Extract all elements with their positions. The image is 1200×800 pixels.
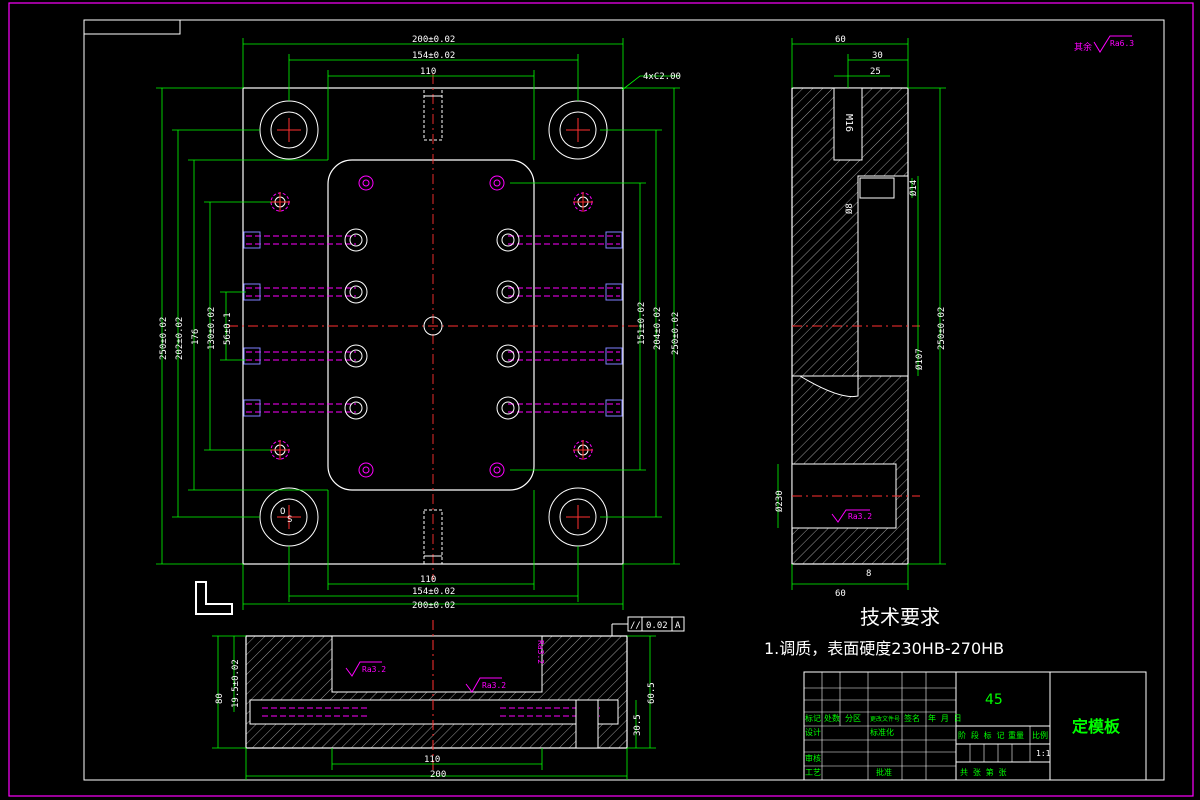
tb-date: 年 月 日 <box>928 713 962 723</box>
screw-hole-tl <box>270 192 290 212</box>
sec-dim-80: 80 <box>215 693 225 704</box>
tb-standardize: 标准化 <box>870 727 894 737</box>
insert-pocket <box>327 159 535 491</box>
sec-dim-305: 30.5 <box>633 714 643 736</box>
dim-w154-bottom: 154±0.02 <box>412 587 455 597</box>
corner-box <box>83 19 181 35</box>
tb-count: 处数 <box>824 713 840 723</box>
dim-w110-top: 110 <box>420 67 436 77</box>
side-dim-d8: Ø8 <box>844 203 855 214</box>
side-dim-d107: Ø107 <box>914 348 925 370</box>
tb-stage-mark: 阶 段 标 记 <box>958 730 1004 740</box>
roughness-side-ra32: Ra3.2 <box>848 512 872 521</box>
tb-design: 设计 <box>805 727 821 737</box>
tb-ratio: 比例 <box>1032 730 1048 740</box>
guide-hole-br <box>548 487 608 547</box>
roughness-sec-ra32-2: Ra3.2 <box>482 681 506 690</box>
roughness-sec-ra32-3: Ra3.2 <box>536 640 545 664</box>
tb-approve: 批准 <box>876 767 892 777</box>
dim-w200-bottom: 200±0.02 <box>412 601 455 611</box>
tb-weight: 重量 <box>1008 730 1024 740</box>
dim-h204: 204±0.02 <box>653 307 663 350</box>
tech-req-heading: 技术要求 <box>860 605 940 629</box>
dim-w154-top: 154±0.02 <box>412 51 455 61</box>
sec-dim-110: 110 <box>424 755 440 765</box>
tb-material: 45 <box>985 692 1003 708</box>
tb-zone: 分区 <box>845 714 861 723</box>
sec-dim-200: 200 <box>430 770 446 780</box>
side-dim-25: 25 <box>870 67 881 77</box>
tolerance-datum: A <box>675 621 681 631</box>
dim-chamfer: 4xC2.00 <box>643 72 681 82</box>
tb-scale: 1:1 <box>1036 749 1051 758</box>
roughness-default: 其余 <box>1074 41 1092 53</box>
side-dim-8: 8 <box>866 569 871 579</box>
tb-sheets: 共 张 第 张 <box>960 767 1006 777</box>
tb-marks: 标记 <box>805 713 821 723</box>
screw-hole-tr <box>573 192 593 212</box>
side-dim-d230: Ø230 <box>774 490 785 512</box>
front-dimensions <box>156 38 680 610</box>
side-dim-30: 30 <box>872 51 883 61</box>
side-dim-60-top: 60 <box>835 35 846 45</box>
screw-hole-bl <box>270 440 290 460</box>
dim-h250-left: 250±0.02 <box>159 317 169 360</box>
tech-req-item1: 1.调质，表面硬度230HB-270HB <box>764 639 1004 658</box>
dim-h56: 56±0.1 <box>223 312 233 345</box>
dim-w200-top: 200±0.02 <box>412 35 455 45</box>
side-dim-250: 250±0.02 <box>937 307 947 350</box>
tolerance-value: 0.02 <box>646 621 668 631</box>
tolerance-symbol: // <box>630 621 641 631</box>
label-s: S <box>287 515 292 525</box>
front-view: O S 200±0.02 154±0.02 110 110 154±0.02 2… <box>156 35 681 611</box>
dim-h130: 130±0.02 <box>207 307 217 350</box>
side-dim-60-bottom: 60 <box>835 589 846 599</box>
insert-screw-holes <box>358 175 505 478</box>
dim-h250-right: 250±0.02 <box>671 312 681 355</box>
tb-signature: 签名 <box>904 713 920 723</box>
dim-h202: 202±0.02 <box>175 317 185 360</box>
tb-check: 审核 <box>805 753 821 763</box>
sec-dim-195: 19.5±0.02 <box>231 659 241 708</box>
dim-h151: 151±0.02 <box>637 302 647 345</box>
title-block: 标记 处数 分区 更改文件号 签名 年 月 日 设计 标准化 审核 工艺 批准 … <box>803 671 1147 781</box>
dim-w110-bottom: 110 <box>420 575 436 585</box>
guide-hole-tr <box>548 100 608 160</box>
label-m16: M16 <box>843 114 854 132</box>
screw-hole-br <box>573 440 593 460</box>
side-dim-d14: Ø14 <box>908 180 919 196</box>
side-view: M16 60 30 25 250±0.02 Ø107 Ø14 Ø8 Ø230 8… <box>774 35 1134 599</box>
tb-process: 工艺 <box>805 768 821 777</box>
tb-change-doc: 更改文件号 <box>870 715 900 723</box>
view-direction-symbol <box>195 581 233 615</box>
tolerance-frame: // 0.02 A <box>611 616 685 636</box>
sec-dim-605: 60.5 <box>647 682 657 704</box>
dim-h176: 176 <box>191 329 201 345</box>
label-o: O <box>280 507 285 517</box>
tb-part-name: 定模板 <box>1071 717 1121 736</box>
section-view: 80 19.5±0.02 60.5 30.5 110 200 Ra3.2 Ra3… <box>212 616 685 780</box>
roughness-sec-ra32-1: Ra3.2 <box>362 665 386 674</box>
roughness-ra63: Ra6.3 <box>1110 39 1134 48</box>
guide-hole-tl <box>259 100 319 160</box>
cad-drawing: O S 200±0.02 154±0.02 110 110 154±0.02 2… <box>8 2 1194 797</box>
